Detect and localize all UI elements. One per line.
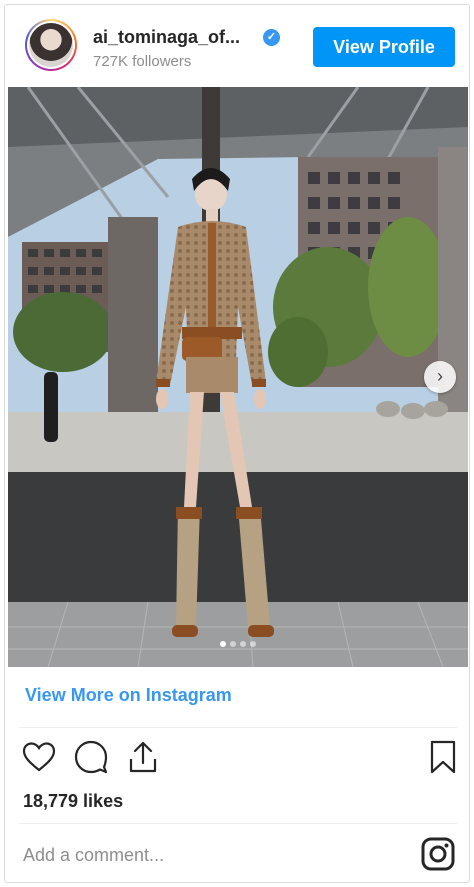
next-photo-button[interactable]: › — [424, 361, 456, 393]
verified-badge-icon: ✓ — [263, 29, 280, 46]
view-more-link[interactable]: View More on Instagram — [25, 685, 232, 706]
like-count: 18,779 likes — [23, 791, 124, 811]
carousel-dot — [250, 641, 256, 647]
instagram-embed-card: ai_tominaga_of... ✓ 727K followers View … — [4, 4, 470, 883]
carousel-dot — [230, 641, 236, 647]
share-icon[interactable] — [125, 739, 161, 775]
follower-count: 727K followers — [93, 53, 192, 70]
post-header: ai_tominaga_of... ✓ 727K followers View … — [5, 5, 469, 87]
action-bar — [5, 739, 469, 787]
post-photo[interactable]: › — [8, 87, 468, 667]
divider — [19, 727, 457, 728]
divider — [19, 823, 457, 824]
comment-row — [5, 825, 469, 882]
chevron-right-icon: › — [437, 366, 443, 386]
instagram-icon[interactable] — [421, 837, 455, 871]
username-link[interactable]: ai_tominaga_of... — [93, 27, 240, 48]
carousel-indicator — [8, 641, 468, 647]
carousel-dot — [220, 641, 226, 647]
heart-icon[interactable] — [21, 739, 57, 775]
avatar[interactable] — [25, 19, 77, 71]
view-profile-button[interactable]: View Profile — [313, 27, 455, 67]
comment-icon[interactable] — [73, 739, 109, 775]
bookmark-icon[interactable] — [425, 739, 461, 775]
post-image — [8, 87, 468, 667]
avatar-image — [29, 23, 73, 67]
carousel-dot — [240, 641, 246, 647]
comment-input[interactable] — [23, 841, 403, 869]
